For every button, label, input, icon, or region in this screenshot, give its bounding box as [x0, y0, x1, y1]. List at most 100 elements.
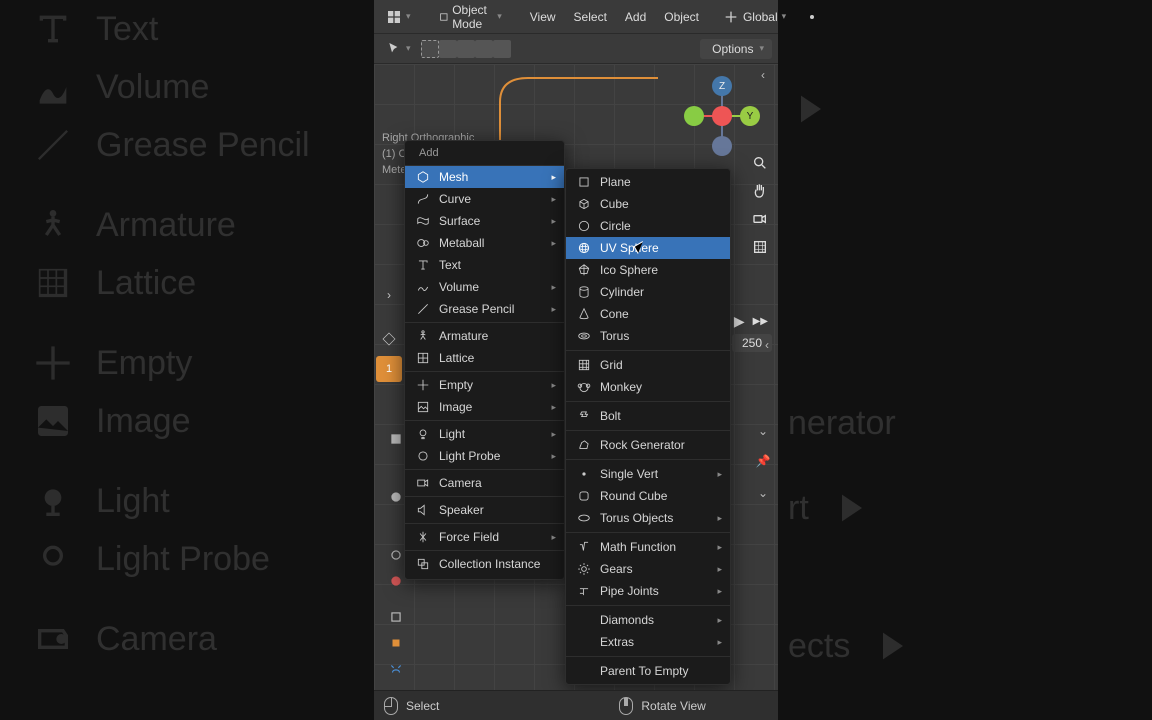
mesh-torus[interactable]: Torus: [566, 325, 730, 347]
keyframe-tool-icon[interactable]: [376, 326, 402, 352]
panel-pin-icon[interactable]: 📌: [754, 452, 772, 470]
axis-y-icon[interactable]: Y: [740, 106, 760, 126]
menu-add[interactable]: Add: [619, 7, 652, 27]
circle-icon: [576, 218, 592, 234]
prop-tab-modifiers[interactable]: [384, 631, 408, 655]
navigation-gizmo[interactable]: Z Y: [684, 70, 760, 146]
mesh-round-cube[interactable]: Round Cube: [566, 485, 730, 507]
add-menu-mesh[interactable]: Mesh: [405, 166, 564, 188]
add-menu-lattice[interactable]: Lattice: [405, 347, 564, 369]
mesh-monkey[interactable]: Monkey: [566, 376, 730, 398]
mesh-ico-sphere[interactable]: Ico Sphere: [566, 259, 730, 281]
mesh-pipe-joints[interactable]: Pipe Joints: [566, 580, 730, 602]
add-menu-light[interactable]: Light: [405, 423, 564, 445]
status-select-label: Select: [406, 699, 439, 713]
select-tool-dropdown[interactable]: ▾: [380, 38, 417, 60]
select-mode-buttons[interactable]: [421, 40, 511, 58]
menu-object[interactable]: Object: [658, 7, 705, 27]
header-toolbar: ▾ Object Mode▾ View Select Add Object Gl…: [374, 0, 778, 34]
mesh-torus-objects[interactable]: Torus Objects: [566, 507, 730, 529]
add-menu-volume[interactable]: Volume: [405, 276, 564, 298]
play-reverse-icon[interactable]: ▶▶: [749, 316, 772, 327]
add-menu-empty[interactable]: Empty: [405, 374, 564, 396]
header-toolbar-2: ▾ Options▾: [374, 34, 778, 64]
pan-tool-icon[interactable]: [746, 178, 774, 204]
panel-toggle-icon[interactable]: ‹: [754, 66, 772, 84]
collection-icon: [415, 556, 431, 572]
add-menu-collection-instance[interactable]: Collection Instance: [405, 553, 564, 575]
mode-dropdown[interactable]: Object Mode▾: [433, 0, 508, 34]
zoom-tool-icon[interactable]: [746, 150, 774, 176]
add-menu-text[interactable]: Text: [405, 254, 564, 276]
panel-collapse-2[interactable]: ⌄: [754, 484, 772, 502]
camera-view-icon[interactable]: [746, 206, 774, 232]
mesh-cube[interactable]: Cube: [566, 193, 730, 215]
add-menu-armature[interactable]: Armature: [405, 325, 564, 347]
axis-neg-z-icon[interactable]: [712, 136, 732, 156]
mesh-cylinder[interactable]: Cylinder: [566, 281, 730, 303]
torus-objects-icon: [576, 510, 592, 526]
mesh-diamonds[interactable]: Diamonds: [566, 609, 730, 631]
empty-icon: [415, 377, 431, 393]
mesh-grid[interactable]: Grid: [566, 354, 730, 376]
cube-icon: [576, 196, 592, 212]
axis-z-icon[interactable]: Z: [712, 76, 732, 96]
armature-icon: [415, 328, 431, 344]
add-menu-camera[interactable]: Camera: [405, 472, 564, 494]
lattice-icon: [415, 350, 431, 366]
image-icon: [415, 399, 431, 415]
pipe-icon: [576, 583, 592, 599]
add-menu-grease-pencil[interactable]: Grease Pencil: [405, 298, 564, 320]
play-button-icon[interactable]: ▶: [730, 313, 749, 330]
add-menu-force-field[interactable]: Force Field: [405, 526, 564, 548]
dot-icon: [576, 466, 592, 482]
perspective-toggle-icon[interactable]: [746, 234, 774, 260]
add-menu: Add Mesh Curve Surface Metaball Text Vol…: [404, 140, 565, 580]
panel-collapse-1[interactable]: ⌄: [754, 422, 772, 440]
volume-icon: [415, 279, 431, 295]
mouse-cursor: [635, 243, 649, 257]
round-cube-icon: [576, 488, 592, 504]
mesh-rock-generator[interactable]: Rock Generator: [566, 434, 730, 456]
mesh-extras[interactable]: Extras: [566, 631, 730, 653]
menu-view[interactable]: View: [524, 7, 562, 27]
add-menu-surface[interactable]: Surface: [405, 210, 564, 232]
mouse-middle-icon: [619, 697, 633, 715]
mesh-cone[interactable]: Cone: [566, 303, 730, 325]
prop-tab-physics[interactable]: [384, 657, 408, 681]
force-field-icon: [415, 529, 431, 545]
surface-icon: [415, 213, 431, 229]
pivot-dropdown[interactable]: [798, 6, 826, 28]
ico-sphere-icon: [576, 262, 592, 278]
math-icon: [576, 539, 592, 555]
tool-expand-icon[interactable]: ›: [376, 282, 402, 308]
add-menu-metaball[interactable]: Metaball: [405, 232, 564, 254]
options-dropdown[interactable]: Options▾: [700, 39, 772, 59]
mesh-bolt[interactable]: Bolt: [566, 405, 730, 427]
speaker-icon: [415, 502, 431, 518]
add-menu-speaker[interactable]: Speaker: [405, 499, 564, 521]
monkey-icon: [576, 379, 592, 395]
viewport-area: ▾ Object Mode▾ View Select Add Object Gl…: [374, 0, 778, 720]
mesh-single-vert[interactable]: Single Vert: [566, 463, 730, 485]
rock-icon: [576, 437, 592, 453]
light-probe-icon: [415, 448, 431, 464]
menu-select[interactable]: Select: [568, 7, 613, 27]
frame-1-marker[interactable]: 1: [376, 356, 402, 382]
mesh-parent-to-empty[interactable]: Parent To Empty: [566, 660, 730, 682]
add-menu-light-probe[interactable]: Light Probe: [405, 445, 564, 467]
prop-tab-object[interactable]: [384, 605, 408, 629]
plane-icon: [576, 174, 592, 190]
orientation-dropdown[interactable]: Global▾: [717, 6, 792, 28]
uv-sphere-icon: [576, 240, 592, 256]
axis-neg-x-icon[interactable]: [684, 106, 704, 126]
editor-type-dropdown[interactable]: ▾: [380, 6, 417, 28]
timeline-edge-icon[interactable]: ‹: [758, 336, 776, 354]
mesh-circle[interactable]: Circle: [566, 215, 730, 237]
mesh-plane[interactable]: Plane: [566, 171, 730, 193]
axis-x-icon[interactable]: [712, 106, 732, 126]
mesh-math-function[interactable]: Math Function: [566, 536, 730, 558]
mesh-gears[interactable]: Gears: [566, 558, 730, 580]
add-menu-image[interactable]: Image: [405, 396, 564, 418]
add-menu-curve[interactable]: Curve: [405, 188, 564, 210]
